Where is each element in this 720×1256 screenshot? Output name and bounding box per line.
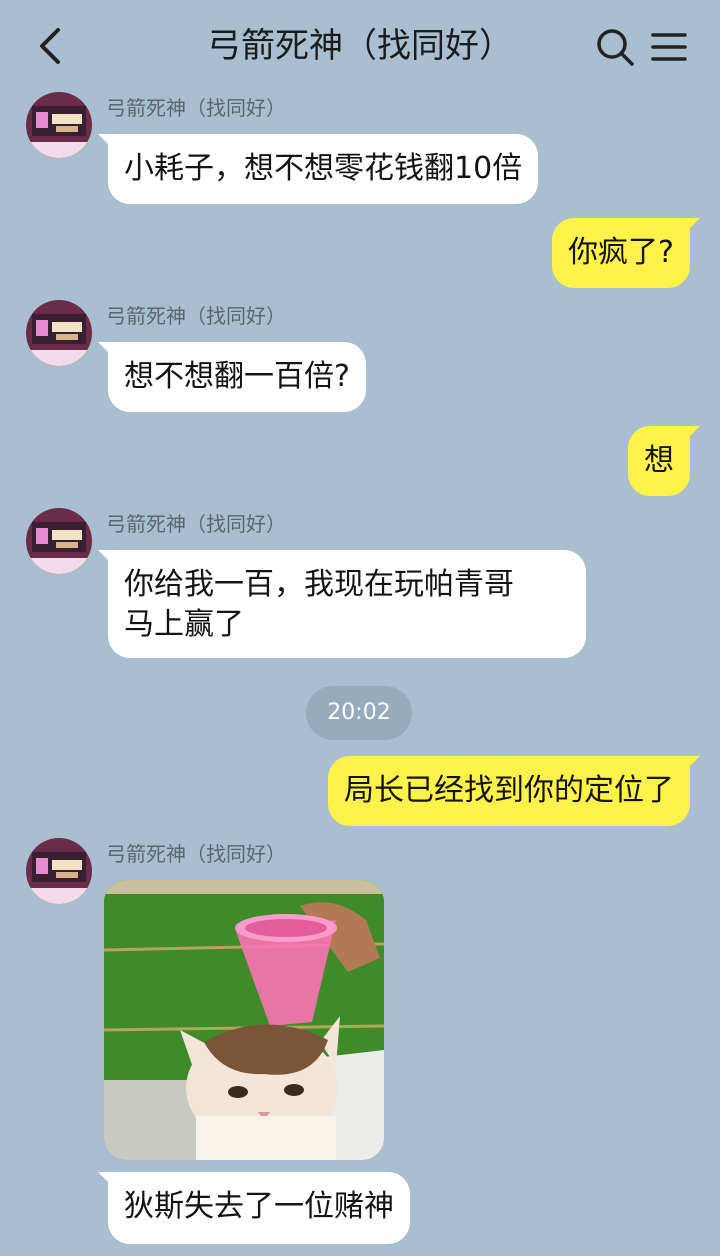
cat-with-pink-cup-sticker [104, 880, 384, 1160]
menu-icon [651, 33, 687, 61]
sticker-image[interactable] [104, 880, 384, 1160]
sender-name: 弓箭死神（找同好） [106, 304, 286, 328]
message-bubble-outgoing[interactable]: 你疯了? [552, 218, 700, 288]
sender-avatar[interactable] [26, 300, 92, 366]
chat-title: 弓箭死神（找同好） [207, 26, 513, 66]
sender-name: 弓箭死神（找同好） [106, 96, 286, 120]
avatar-image [26, 92, 92, 158]
sender-name: 弓箭死神（找同好） [106, 842, 286, 866]
sender-avatar[interactable] [26, 92, 92, 158]
message-bubble-incoming[interactable]: 想不想翻一百倍? [98, 342, 366, 412]
avatar-image [26, 508, 92, 574]
message-bubble-outgoing[interactable]: 想 [628, 426, 700, 496]
message-bubble-outgoing[interactable]: 局长已经找到你的定位了 [328, 756, 700, 826]
time-divider: 20:02 [306, 686, 412, 740]
chat-header: 弓箭死神（找同好） [0, 0, 720, 92]
search-icon [597, 29, 634, 66]
avatar-image [26, 838, 92, 904]
message-bubble-incoming[interactable]: 狄斯失去了一位赌神 [98, 1172, 410, 1244]
message-bubble-incoming[interactable]: 你给我一百，我现在玩帕青哥 马上赢了 [98, 550, 586, 658]
chevron-left-icon [40, 28, 60, 64]
back-button[interactable] [28, 22, 72, 70]
message-bubble-incoming[interactable]: 小耗子，想不想零花钱翻10倍 [97, 134, 539, 204]
search-button[interactable] [594, 26, 636, 68]
menu-button[interactable] [650, 28, 688, 66]
sender-avatar[interactable] [26, 838, 92, 904]
avatar-image [26, 300, 92, 366]
sender-name: 弓箭死神（找同好） [106, 512, 286, 536]
sender-avatar[interactable] [26, 508, 92, 574]
